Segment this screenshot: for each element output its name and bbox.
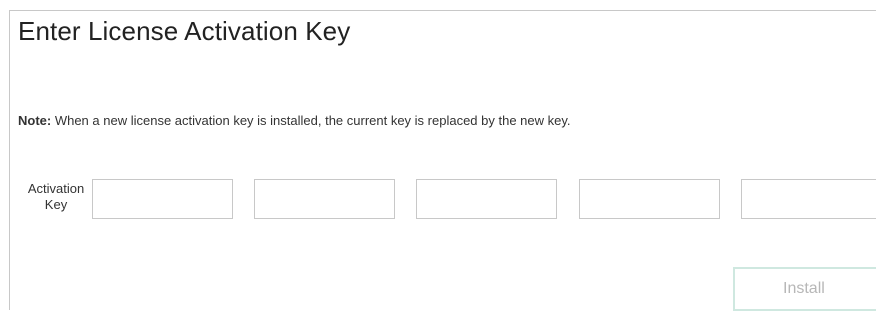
- note-label: Note:: [18, 113, 52, 128]
- activation-key-label: Activation Key: [16, 181, 96, 213]
- activation-key-label-line1: Activation: [27, 181, 85, 196]
- activation-key-field-2[interactable]: [254, 179, 395, 219]
- activation-key-field-5[interactable]: [741, 179, 876, 219]
- install-button[interactable]: Install: [733, 267, 876, 311]
- page-title: Enter License Activation Key: [18, 16, 351, 46]
- activation-key-label-line2: Key: [44, 197, 68, 212]
- activation-key-field-1[interactable]: [92, 179, 233, 219]
- activation-key-field-4[interactable]: [579, 179, 720, 219]
- note-body: When a new license activation key is ins…: [51, 113, 571, 128]
- note-text: Note: When a new license activation key …: [18, 113, 571, 128]
- activation-key-field-3[interactable]: [416, 179, 557, 219]
- license-activation-panel: Enter License Activation Key Note: When …: [9, 10, 876, 311]
